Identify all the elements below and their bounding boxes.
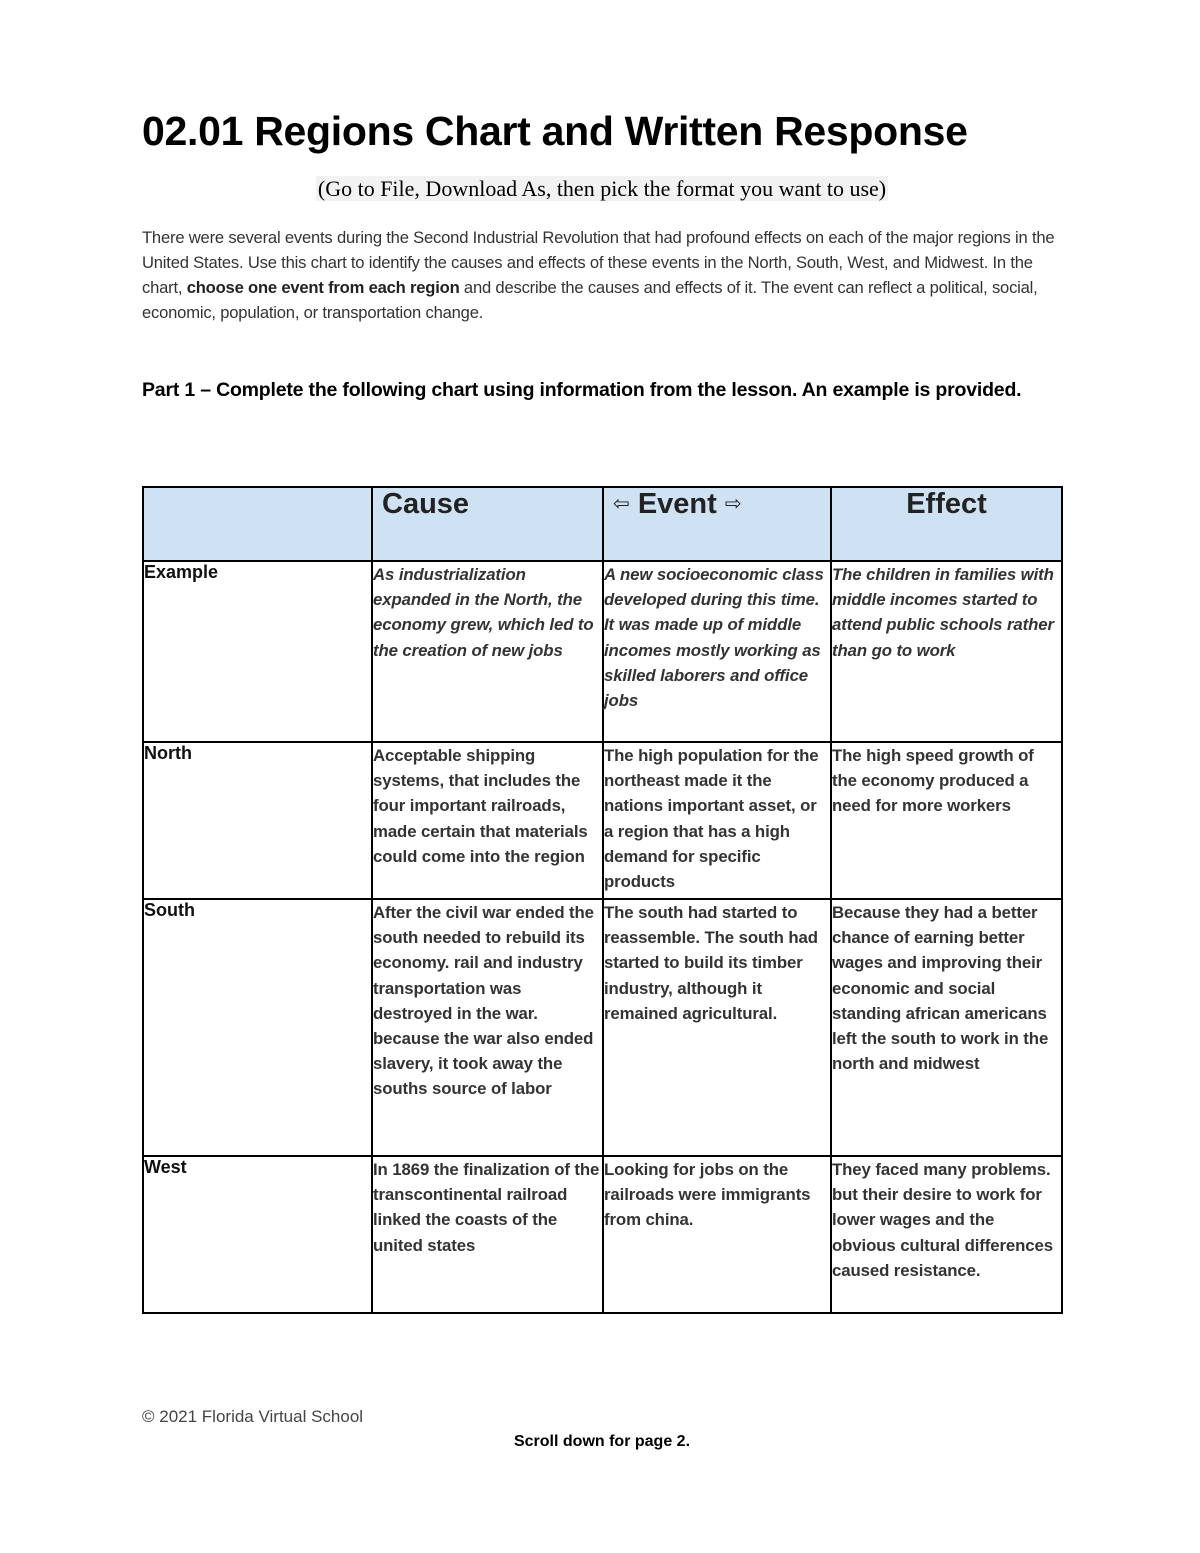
right-arrow-icon: ⇨	[724, 493, 742, 515]
effect-cell[interactable]: Because they had a better chance of earn…	[830, 898, 1063, 1157]
copyright-footer: © 2021 Florida Virtual School	[142, 1407, 364, 1426]
event-cell[interactable]: Looking for jobs on the railroads were i…	[602, 1155, 832, 1314]
page-title: 02.01 Regions Chart and Written Response	[142, 108, 968, 154]
intro-text-bold: choose one event from each region	[186, 278, 460, 297]
effect-cell[interactable]: The high speed growth of the economy pro…	[830, 741, 1063, 900]
event-cell[interactable]: The high population for the northeast ma…	[602, 741, 832, 900]
part1-instruction: Part 1 – Complete the following chart us…	[142, 379, 1022, 401]
intro-paragraph: There were several events during the Sec…	[142, 225, 1062, 325]
table-row-west: West In 1869 the finalization of the tra…	[142, 1155, 1063, 1314]
table-row-example: Example As industrialization expanded in…	[142, 560, 1063, 743]
cause-cell[interactable]: Acceptable shipping systems, that includ…	[371, 741, 604, 900]
cause-cell[interactable]: In 1869 the finalization of the transcon…	[371, 1155, 604, 1314]
table-header-row: Cause ⇦ Event ⇨ Effect	[142, 486, 1063, 562]
scroll-note: Scroll down for page 2.	[513, 1433, 691, 1450]
event-cell: A new socioeconomic class developed duri…	[602, 560, 832, 743]
cause-cell[interactable]: After the civil war ended the south need…	[371, 898, 604, 1157]
header-effect: Effect	[830, 486, 1063, 562]
regions-chart-table: Cause ⇦ Event ⇨ Effect Example As indust…	[142, 486, 1063, 1314]
region-label: South	[142, 898, 373, 1157]
cause-cell: As industrialization expanded in the Nor…	[371, 560, 604, 743]
region-label: Example	[142, 560, 373, 743]
region-label: West	[142, 1155, 373, 1314]
event-cell[interactable]: The south had started to reassemble. The…	[602, 898, 832, 1157]
region-label: North	[142, 741, 373, 900]
header-event: ⇦ Event ⇨	[602, 486, 832, 562]
left-arrow-icon: ⇦	[613, 493, 630, 515]
table-row-north: North Acceptable shipping systems, that …	[142, 741, 1063, 900]
subtitle: (Go to File, Download As, then pick the …	[142, 176, 1062, 202]
header-event-label: Event	[637, 488, 717, 520]
effect-cell: The children in families with middle inc…	[830, 560, 1063, 743]
header-blank	[142, 486, 373, 562]
table-row-south: South After the civil war ended the sout…	[142, 898, 1063, 1157]
effect-cell[interactable]: They faced many problems. but their desi…	[830, 1155, 1063, 1314]
subtitle-text: (Go to File, Download As, then pick the …	[315, 176, 889, 201]
header-cause: Cause	[371, 486, 604, 562]
